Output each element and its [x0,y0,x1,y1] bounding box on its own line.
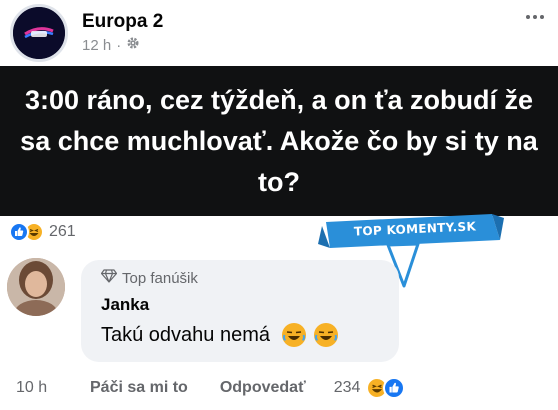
like-comment-button[interactable]: Páči sa mi to [90,379,188,397]
globe-settings-icon[interactable] [126,36,140,54]
post-meta: 12 h · [82,36,140,54]
reaction-count: 261 [49,223,76,240]
meta-separator: · [116,36,122,54]
reactions-summary[interactable]: 261 [9,220,76,244]
comment-text-content: Takú odvahu nemá [101,323,271,346]
more-options-icon[interactable] [520,4,550,30]
like-reaction-icon [383,377,406,399]
comment-bubble: Top fanúšik Janka Takú odvahu nemá [81,260,399,362]
laughing-emoji-icon [282,323,307,347]
comment-reactions[interactable] [366,377,406,399]
comment-author[interactable]: Janka [101,295,149,315]
comment-time[interactable]: 10 h [16,379,74,397]
diamond-icon [100,269,118,287]
comment-reaction-count[interactable]: 234 [334,379,361,397]
europa2-logo-icon [13,7,65,59]
post-header: Europa 2 12 h · [0,0,558,66]
comment-text: Takú odvahu nemá [101,323,339,347]
post-image[interactable]: 3:00 ráno, cez týždeň, a on ťa zobudí že… [0,66,558,216]
page-avatar[interactable] [10,4,68,62]
post-text: 3:00 ráno, cez týždeň, a on ťa zobudí že… [20,84,538,197]
comment-avatar[interactable] [7,258,65,316]
laughing-emoji-icon [314,323,339,347]
top-fan-badge: Top fanúšik [100,269,198,287]
like-reaction-icon [9,222,29,242]
top-fan-label: Top fanúšik [122,269,198,287]
post-time[interactable]: 12 h [82,37,111,54]
page-name[interactable]: Europa 2 [82,11,163,33]
reply-button[interactable]: Odpovedať [220,379,306,397]
comment-actions: 10 h Páči sa mi to Odpovedať 234 [16,376,406,400]
